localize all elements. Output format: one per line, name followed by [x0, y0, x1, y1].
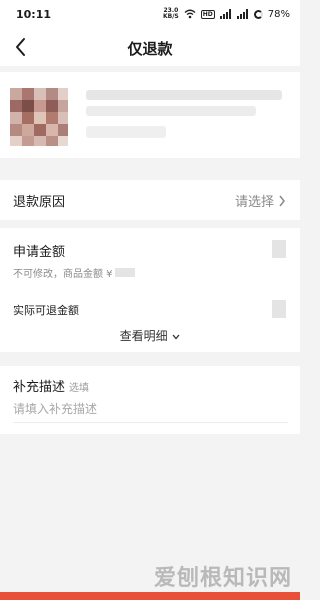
- optional-tag: 选填: [69, 383, 90, 394]
- view-details-link[interactable]: 查看明细: [0, 327, 300, 344]
- refund-amount-card: 申请金额 不可修改，商品金额 ¥ 实际可退金额 查看明细: [0, 228, 300, 352]
- chevron-right-icon: [279, 195, 285, 206]
- status-time: 10:11: [16, 8, 52, 21]
- requested-amount-value-blurred: [272, 240, 286, 258]
- actual-refund-label: 实际可退金额: [13, 304, 79, 317]
- description-input[interactable]: 请填入补充描述: [13, 400, 97, 417]
- refund-reason-hint: 请选择: [234, 195, 274, 210]
- network-speed-unit: KB/S: [163, 13, 179, 20]
- watermark: 爱刨根知识网: [153, 566, 292, 591]
- product-thumbnail: [10, 88, 68, 146]
- description-label: 补充描述 选填: [13, 376, 89, 395]
- input-underline: [13, 422, 288, 423]
- requested-amount-label: 申请金额: [13, 245, 66, 260]
- supplementary-description-card: 补充描述 选填 请填入补充描述: [0, 366, 300, 434]
- battery-icon: [253, 9, 263, 19]
- refund-reason-label: 退款原因: [13, 195, 66, 210]
- hd-badge: HD: [200, 9, 215, 19]
- product-title-blurred-2: [86, 106, 256, 116]
- wifi-icon: [184, 9, 196, 19]
- status-bar: 10:11 23.0 KB/S HD 78%: [0, 0, 300, 30]
- view-details-text: 查看明细: [119, 329, 168, 343]
- product-image: [10, 88, 68, 146]
- nav-header: 仅退款: [0, 30, 300, 66]
- page-title: 仅退款: [127, 40, 173, 58]
- product-spec-blurred: [86, 126, 166, 138]
- refund-reason-row[interactable]: 退款原因 请选择: [0, 180, 300, 220]
- amount-note-value-blurred: [114, 268, 135, 277]
- network-speed: 23.0 KB/S: [163, 8, 179, 20]
- refund-reason-select[interactable]: 请选择: [235, 191, 286, 210]
- bottom-action-bar[interactable]: [0, 592, 300, 600]
- signal-icon: [219, 9, 231, 19]
- battery-level: 78%: [267, 8, 290, 20]
- actual-refund-value-blurred: [272, 300, 286, 318]
- product-title-blurred: [86, 90, 282, 100]
- amount-note-text: 不可修改，商品金额 ¥: [13, 269, 113, 280]
- signal-icon-2: [236, 9, 248, 19]
- chevron-down-icon: [172, 334, 180, 340]
- status-icons: 23.0 KB/S HD 78%: [163, 8, 290, 20]
- description-label-text: 补充描述: [13, 380, 66, 395]
- product-card: [0, 72, 300, 158]
- amount-note: 不可修改，商品金额 ¥: [13, 265, 135, 280]
